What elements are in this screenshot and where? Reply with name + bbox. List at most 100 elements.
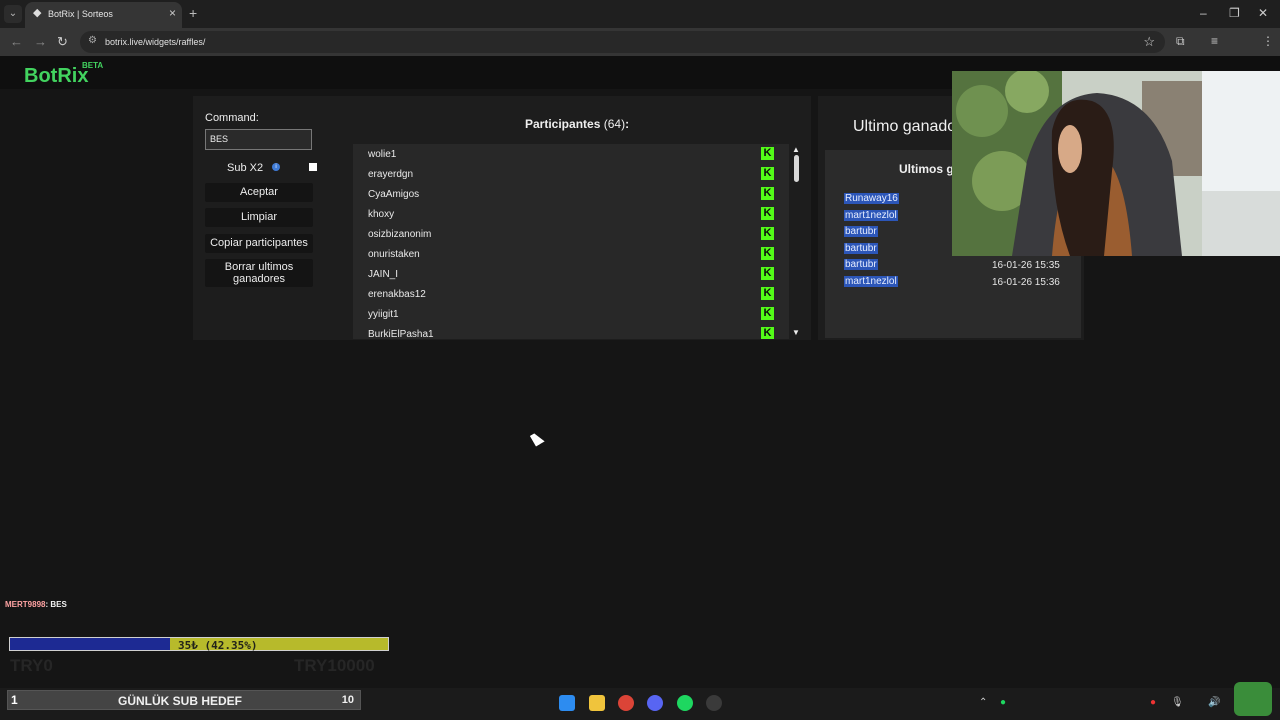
kick-icon: K bbox=[761, 187, 774, 200]
accept-button[interactable]: Aceptar bbox=[205, 183, 313, 202]
tray-chevron-icon[interactable]: ⌃ bbox=[979, 697, 987, 708]
chrome-icon[interactable] bbox=[618, 695, 634, 711]
list-item: yyiigit1 K bbox=[353, 304, 789, 324]
kick-icon: K bbox=[761, 287, 774, 300]
list-item: JAIN_I K bbox=[353, 264, 789, 284]
participants-list[interactable]: wolie1 K erayerdgn K CyaAmigos K khoxy K osi… bbox=[353, 144, 789, 339]
tab-title: BotRix | Sorteos bbox=[48, 9, 113, 19]
back-icon[interactable]: ← bbox=[10, 34, 23, 49]
winner-name: mart1nezlol bbox=[844, 210, 898, 221]
chat-line: MERT9898: BES bbox=[5, 600, 67, 609]
clear-button[interactable]: Limpiar bbox=[205, 208, 313, 227]
info-icon[interactable]: i bbox=[272, 163, 280, 171]
reload-icon[interactable]: ↻ bbox=[57, 34, 68, 50]
copy-participants-button[interactable]: Copiar participantes bbox=[205, 234, 313, 253]
media-control-icon[interactable]: ≡ bbox=[1211, 34, 1218, 48]
list-item: khoxy K bbox=[353, 204, 789, 224]
webcam-picture bbox=[952, 71, 1280, 256]
participant-name: khoxy bbox=[368, 209, 395, 220]
donation-goal-text: 35₺ (42.35%) bbox=[178, 639, 258, 652]
goal-max-label: TRY10000 bbox=[294, 656, 375, 675]
site-info-icon[interactable]: ⚙ bbox=[88, 35, 97, 46]
extensions-icon[interactable]: ⧉ bbox=[1176, 34, 1185, 49]
command-input[interactable]: BES bbox=[205, 129, 312, 150]
browser-menu-icon[interactable]: ⋮ bbox=[1262, 34, 1274, 48]
participants-count: (64) bbox=[603, 117, 626, 131]
sub-x2-label: Sub X2 bbox=[227, 162, 264, 174]
participants-title: Participantes (64): bbox=[525, 117, 629, 131]
participant-name: erayerdgn bbox=[368, 169, 414, 180]
tray-mic-icon[interactable]: 🎙 bbox=[1171, 697, 1184, 708]
delete-winners-button[interactable]: Borrar ultimos ganadores bbox=[205, 259, 313, 287]
last-winner-title: Ultimo ganador bbox=[853, 118, 953, 135]
chat-message: : BES bbox=[45, 600, 67, 609]
discord-icon[interactable] bbox=[647, 695, 663, 711]
kick-icon: K bbox=[761, 327, 774, 339]
kick-icon: K bbox=[761, 307, 774, 320]
close-tab-icon[interactable]: × bbox=[169, 6, 176, 20]
sub-goal-count: 1 bbox=[11, 693, 18, 707]
chat-user: MERT9898 bbox=[5, 600, 46, 609]
participant-name: BurkiElPasha1 bbox=[368, 329, 434, 339]
mouse-cursor bbox=[530, 431, 545, 447]
recent-winners-title: Ultimos ganadores bbox=[899, 162, 955, 176]
botrix-favicon-icon: ◆ bbox=[33, 7, 42, 19]
scroll-thumb[interactable] bbox=[794, 155, 799, 182]
winner-name: bartubr bbox=[844, 259, 878, 270]
sub-goal-widget: 1 GÜNLÜK SUB HEDEF 10 bbox=[7, 690, 361, 710]
tab-search-icon[interactable]: ⌄ bbox=[4, 5, 22, 23]
winner-name: bartubr bbox=[844, 243, 878, 254]
tray-record-icon[interactable]: ● bbox=[1150, 697, 1156, 708]
browser-tabbar: ⌄ ◆ BotRix | Sorteos × + – ❐ ✕ bbox=[0, 0, 1280, 28]
winner-name: bartubr bbox=[844, 226, 878, 237]
scroll-up-icon[interactable]: ▲ bbox=[792, 145, 800, 154]
windows-start-icon[interactable] bbox=[559, 695, 575, 711]
winner-name: Runaway16 bbox=[844, 193, 899, 204]
kick-icon: K bbox=[761, 227, 774, 240]
list-item: osizbizanonim K bbox=[353, 224, 789, 244]
participant-name: JAIN_I bbox=[368, 269, 399, 280]
participant-name: yyiigit1 bbox=[368, 309, 399, 320]
obs-icon[interactable] bbox=[706, 695, 722, 711]
kick-icon: K bbox=[761, 247, 774, 260]
botrix-logo[interactable]: BotRix bbox=[24, 65, 88, 88]
browser-tab[interactable]: ◆ BotRix | Sorteos × bbox=[25, 2, 182, 28]
participant-name: CyaAmigos bbox=[368, 189, 420, 200]
file-explorer-icon[interactable] bbox=[589, 695, 605, 711]
donation-goal-fill bbox=[10, 638, 171, 650]
command-label: Command: bbox=[205, 112, 259, 124]
forward-icon[interactable]: → bbox=[34, 34, 47, 49]
restore-icon[interactable]: ❐ bbox=[1229, 6, 1240, 20]
participant-name: erenakbas12 bbox=[368, 289, 426, 300]
sub-goal-target: 10 bbox=[341, 694, 354, 706]
spotify-icon[interactable] bbox=[677, 695, 693, 711]
address-bar-row: ← → ↻ ⚙ botrix.live/widgets/raffles/ ☆ ⧉… bbox=[0, 28, 1280, 75]
beta-badge: BETA bbox=[82, 61, 104, 70]
list-item: erenakbas12 K bbox=[353, 284, 789, 304]
new-tab-icon[interactable]: + bbox=[189, 5, 197, 21]
participants-colon: : bbox=[625, 117, 630, 131]
kick-icon: K bbox=[761, 207, 774, 220]
donation-goal-bar: 35₺ (42.35%) bbox=[9, 637, 389, 652]
winner-name: mart1nezlol bbox=[844, 276, 898, 287]
sub-x2-checkbox[interactable] bbox=[309, 163, 317, 171]
kick-icon: K bbox=[761, 147, 774, 160]
list-item: wolie1 K bbox=[353, 144, 789, 164]
list-item: BurkiElPasha1 K bbox=[353, 324, 789, 339]
participants-title-text: Participantes bbox=[525, 117, 601, 131]
tray-spotify-icon[interactable]: ● bbox=[1000, 697, 1006, 708]
participant-name: wolie1 bbox=[368, 149, 397, 160]
url-field[interactable]: ⚙ botrix.live/widgets/raffles/ ☆ bbox=[80, 31, 1165, 53]
tray-widget-icon[interactable] bbox=[1234, 682, 1272, 716]
scroll-down-icon[interactable]: ▼ bbox=[792, 328, 800, 337]
close-window-icon[interactable]: ✕ bbox=[1258, 6, 1268, 20]
sub-goal-label: GÜNLÜK SUB HEDEF bbox=[118, 694, 243, 708]
goal-min-label: TRY0 bbox=[10, 656, 53, 675]
tray-volume-icon[interactable]: 🔊 bbox=[1208, 697, 1220, 708]
minimize-icon[interactable]: – bbox=[1200, 6, 1207, 20]
participants-scrollbar[interactable]: ▲ ▼ bbox=[789, 144, 803, 339]
list-item: onuristaken K bbox=[353, 244, 789, 264]
bookmark-star-icon[interactable]: ☆ bbox=[1143, 34, 1155, 50]
webcam-overlay bbox=[952, 71, 1280, 256]
list-item: erayerdgn K bbox=[353, 164, 789, 184]
